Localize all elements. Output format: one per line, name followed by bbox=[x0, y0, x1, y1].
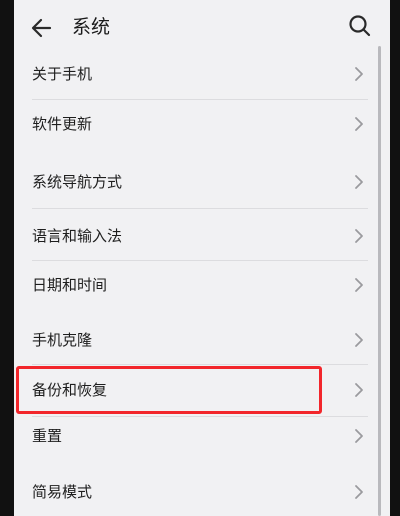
chevron-right-icon bbox=[355, 278, 363, 292]
menu-item-simple-mode[interactable]: 简易模式 bbox=[14, 468, 374, 516]
menu-item-label: 简易模式 bbox=[32, 483, 93, 501]
menu-item-about-phone[interactable]: 关于手机 bbox=[14, 50, 374, 98]
menu-item-label: 语言和输入法 bbox=[32, 227, 123, 245]
chevron-right-icon bbox=[355, 333, 363, 347]
divider bbox=[32, 208, 368, 209]
top-bar: 系统 bbox=[14, 0, 390, 52]
menu-item-label: 手机克隆 bbox=[32, 331, 93, 349]
menu-item-language-input[interactable]: 语言和输入法 bbox=[14, 212, 374, 260]
menu-item-date-time[interactable]: 日期和时间 bbox=[14, 261, 374, 309]
back-button[interactable] bbox=[28, 14, 56, 42]
chevron-right-icon bbox=[355, 229, 363, 243]
chevron-right-icon bbox=[355, 117, 363, 131]
chevron-right-icon bbox=[355, 485, 363, 499]
scrollbar-thumb[interactable] bbox=[378, 46, 381, 516]
menu-item-software-update[interactable]: 软件更新 bbox=[14, 100, 374, 148]
chevron-right-icon bbox=[355, 429, 363, 443]
divider bbox=[32, 364, 368, 365]
menu-item-label: 重置 bbox=[32, 427, 63, 445]
chevron-right-icon bbox=[355, 67, 363, 81]
menu-item-label: 软件更新 bbox=[32, 115, 93, 133]
menu-item-label: 关于手机 bbox=[32, 65, 93, 83]
menu-item-backup-restore[interactable]: 备份和恢复 bbox=[14, 366, 374, 414]
page-title: 系统 bbox=[72, 16, 111, 38]
chevron-right-icon bbox=[355, 383, 363, 397]
settings-screen: 系统 关于手机 软件更新 系统导航方式 语言和输入法 日期和时间 手机克隆 备份… bbox=[14, 0, 390, 516]
search-button[interactable] bbox=[346, 12, 374, 40]
arrow-left-icon bbox=[31, 18, 52, 38]
menu-item-system-navigation[interactable]: 系统导航方式 bbox=[14, 158, 374, 206]
menu-item-phone-clone[interactable]: 手机克隆 bbox=[14, 316, 374, 364]
menu-item-label: 日期和时间 bbox=[32, 276, 108, 294]
menu-item-label: 备份和恢复 bbox=[32, 381, 108, 399]
chevron-right-icon bbox=[355, 175, 363, 189]
menu-item-label: 系统导航方式 bbox=[32, 173, 123, 191]
menu-item-reset[interactable]: 重置 bbox=[14, 412, 374, 460]
scrollbar[interactable] bbox=[378, 46, 382, 516]
search-icon bbox=[349, 15, 371, 37]
